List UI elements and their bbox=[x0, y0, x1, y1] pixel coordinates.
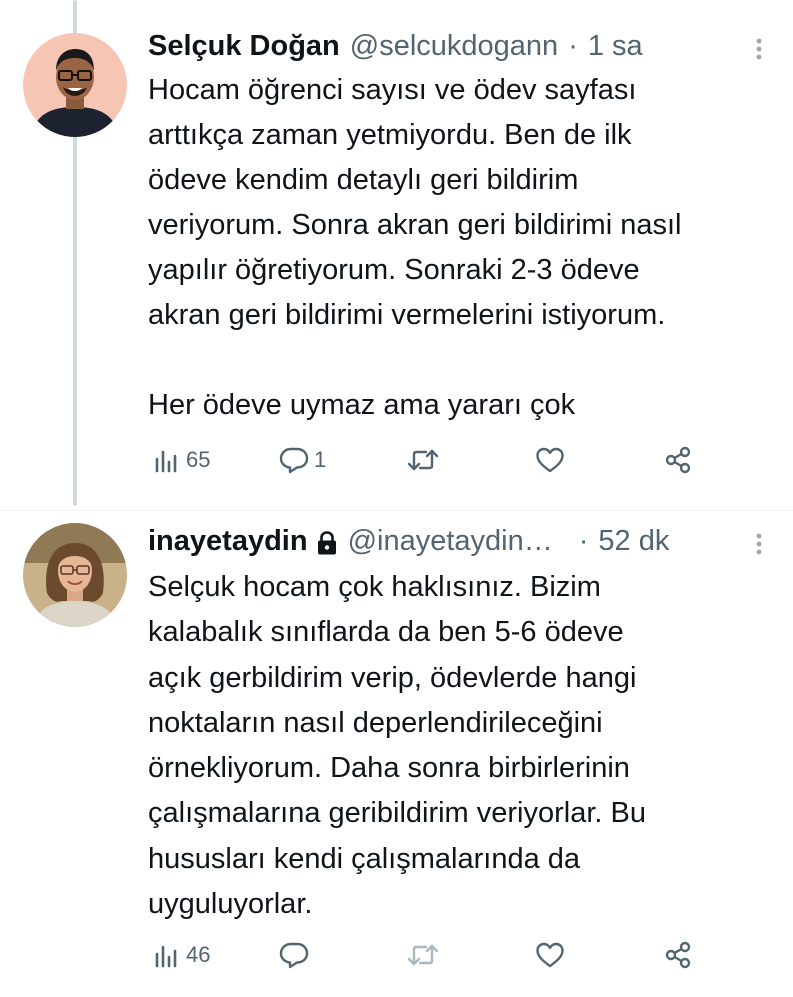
reply-count: 1 bbox=[314, 447, 327, 472]
tweet-text: Selçuk hocam çok haklısınız. Bizim kalab… bbox=[148, 571, 646, 921]
tweet-selcuk[interactable]: Selçuk Doğan @selcukdogann · 1 sa Hocam … bbox=[0, 0, 793, 511]
display-name[interactable]: inayetaydin bbox=[148, 521, 308, 561]
separator-dot: · bbox=[578, 525, 589, 557]
reply-button[interactable] bbox=[278, 935, 314, 975]
retweet-arrows-icon bbox=[407, 449, 439, 471]
tweet-header: inayetaydin @inayetaydin… · 52 dk bbox=[148, 521, 773, 561]
vertical-dots-icon[interactable] bbox=[745, 34, 773, 62]
speech-bubble-icon bbox=[279, 942, 309, 969]
tweet-text: Hocam öğrenci sayısı ve ödev sayfası art… bbox=[148, 74, 682, 421]
separator-dot: · bbox=[568, 30, 578, 62]
share-nodes-icon bbox=[665, 941, 691, 969]
speech-bubble-icon bbox=[279, 447, 309, 474]
heart-icon bbox=[536, 447, 564, 473]
tweet-actions: 65 1 bbox=[148, 440, 703, 480]
tweet-header: Selçuk Doğan @selcukdogann · 1 sa bbox=[148, 26, 773, 66]
heart-icon bbox=[536, 942, 564, 968]
like-button[interactable] bbox=[534, 440, 570, 480]
vertical-dots-icon[interactable] bbox=[745, 529, 773, 557]
user-handle[interactable]: @selcukdogann bbox=[350, 26, 558, 66]
share-nodes-icon bbox=[665, 446, 691, 474]
lock-icon bbox=[316, 527, 338, 555]
timestamp[interactable]: 52 dk bbox=[598, 521, 669, 561]
avatar[interactable] bbox=[23, 523, 127, 627]
like-button[interactable] bbox=[534, 935, 570, 975]
views-count: 65 bbox=[186, 447, 211, 472]
views-count: 46 bbox=[186, 942, 211, 967]
display-name[interactable]: Selçuk Doğan bbox=[148, 26, 340, 66]
tweet-actions: 46 bbox=[148, 935, 703, 975]
reply-button[interactable]: 1 bbox=[278, 440, 326, 480]
views-button[interactable]: 46 bbox=[152, 935, 210, 975]
retweet-button[interactable] bbox=[406, 935, 444, 975]
timestamp[interactable]: 1 sa bbox=[588, 26, 643, 66]
share-button[interactable] bbox=[663, 935, 695, 975]
retweet-arrows-icon bbox=[407, 944, 439, 966]
bar-chart-icon bbox=[155, 450, 177, 473]
user-handle[interactable]: @inayetaydin… bbox=[348, 521, 553, 561]
avatar[interactable] bbox=[23, 33, 127, 137]
retweet-button[interactable] bbox=[406, 440, 444, 480]
share-button[interactable] bbox=[663, 440, 695, 480]
bar-chart-icon bbox=[155, 945, 177, 968]
tweet-inayet[interactable]: inayetaydin @inayetaydin… · 52 dk Selçuk… bbox=[0, 510, 793, 997]
views-button[interactable]: 65 bbox=[152, 440, 210, 480]
